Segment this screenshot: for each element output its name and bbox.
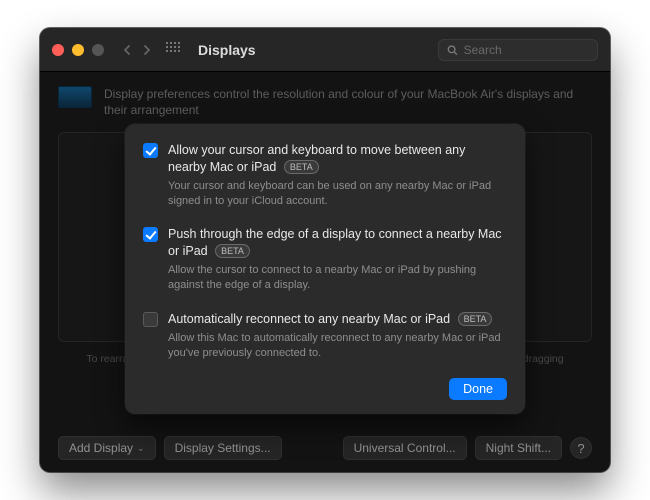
beta-badge: BETA (215, 244, 250, 258)
option-description: Your cursor and keyboard can be used on … (168, 179, 507, 209)
beta-badge: BETA (284, 160, 319, 174)
close-window-button[interactable] (52, 44, 64, 56)
preferences-window: Displays Display preferences control the… (40, 28, 610, 472)
window-title: Displays (198, 42, 256, 58)
option-description: Allow this Mac to automatically reconnec… (168, 331, 507, 361)
forward-button[interactable] (138, 41, 156, 59)
option-push-through: Push through the edge of a display to co… (143, 226, 507, 292)
option-title: Allow your cursor and keyboard to move b… (168, 142, 507, 176)
option-allow-cursor: Allow your cursor and keyboard to move b… (143, 142, 507, 208)
universal-control-sheet: Allow your cursor and keyboard to move b… (125, 124, 525, 414)
zoom-window-button[interactable] (92, 44, 104, 56)
checkbox-push-through[interactable] (143, 227, 158, 242)
search-field[interactable] (438, 39, 598, 61)
option-description: Allow the cursor to connect to a nearby … (168, 263, 507, 293)
checkbox-allow-cursor[interactable] (143, 143, 158, 158)
option-auto-reconnect: Automatically reconnect to any nearby Ma… (143, 311, 507, 361)
back-button[interactable] (118, 41, 136, 59)
checkbox-auto-reconnect[interactable] (143, 312, 158, 327)
option-title: Push through the edge of a display to co… (168, 226, 507, 260)
titlebar: Displays (40, 28, 610, 72)
beta-badge: BETA (458, 312, 493, 326)
show-all-icon[interactable] (166, 42, 182, 58)
window-controls (52, 44, 104, 56)
minimize-window-button[interactable] (72, 44, 84, 56)
search-icon (447, 44, 458, 56)
search-input[interactable] (464, 43, 589, 57)
option-title: Automatically reconnect to any nearby Ma… (168, 311, 507, 328)
done-button[interactable]: Done (449, 378, 507, 400)
content-area: Display preferences control the resoluti… (40, 72, 610, 472)
